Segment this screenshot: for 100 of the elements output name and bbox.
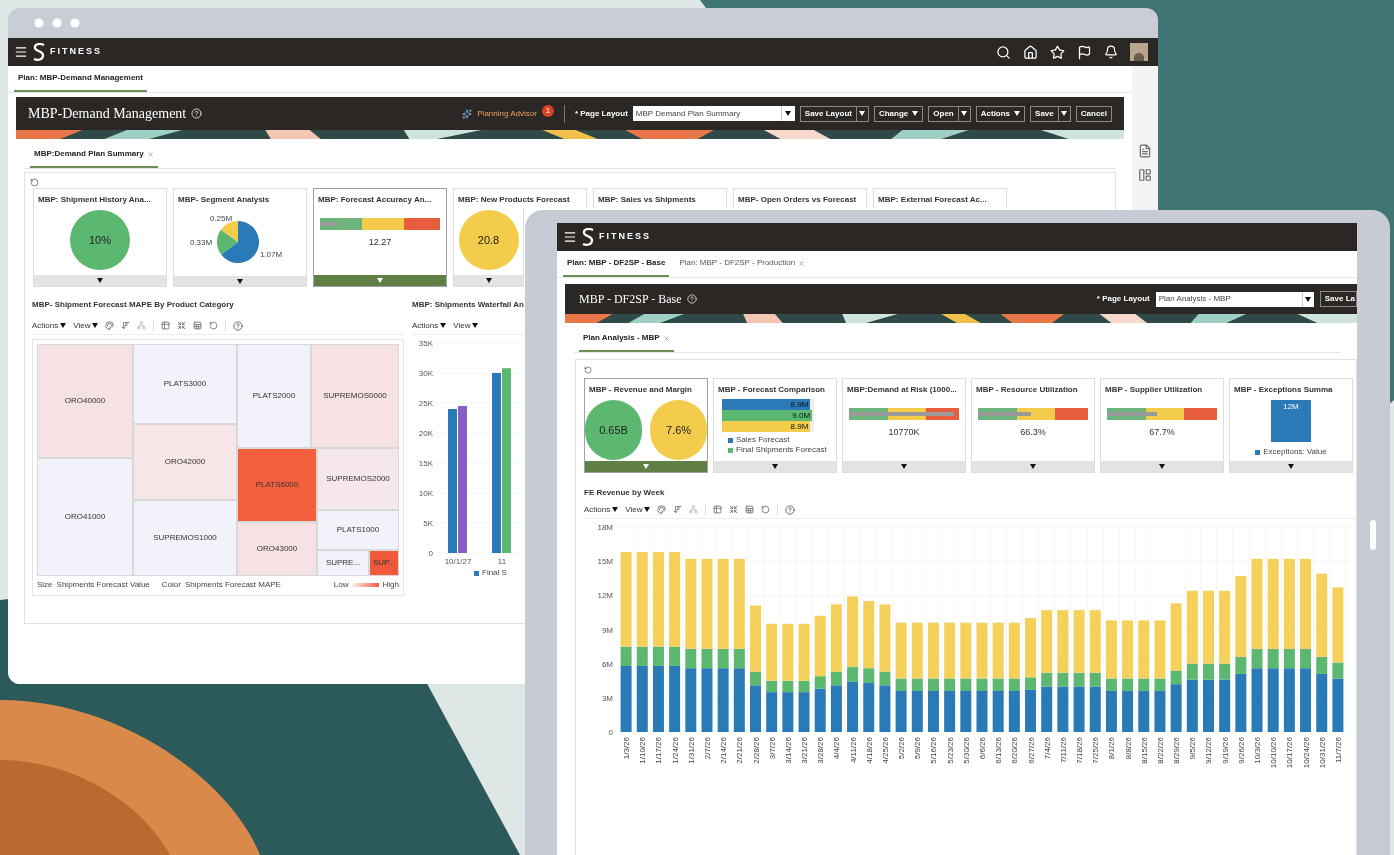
menu-button[interactable]: Change xyxy=(873,105,924,122)
axis-tick-label: 9M xyxy=(601,625,613,635)
treemap-cell[interactable]: PLATS1000 xyxy=(317,510,399,550)
treemap-cell[interactable]: SUPRE... xyxy=(317,550,369,576)
toolbar-menu-button[interactable]: View xyxy=(625,503,651,516)
tile-body[interactable]: 12.27 xyxy=(313,208,447,287)
axis-tick-label: 0 xyxy=(608,728,613,737)
tile-header[interactable]: MBP- Segment Analysis xyxy=(173,188,307,208)
tile-body[interactable]: 8.9M 9.0M 8.9M Sales Forecast Final Shipments Forecast xyxy=(713,398,837,473)
legend-label: Size xyxy=(37,579,53,591)
tile-header[interactable]: MBP - Resource Utilization xyxy=(971,378,1095,398)
treemap-cell[interactable]: ORO40000 xyxy=(37,344,133,458)
treemap-cell[interactable]: SUPREMOS2000 xyxy=(317,448,399,510)
brand-name: FITNESS xyxy=(50,45,102,59)
legend-label: Final S xyxy=(482,567,507,579)
axis-tick-label: 6/27/26 xyxy=(1026,737,1036,764)
tile-body[interactable]: 66.3% xyxy=(971,398,1095,473)
tile-header[interactable]: MBP: New Products Forecast xyxy=(453,188,587,208)
tile-header[interactable]: MBP: Forecast Accuracy An... xyxy=(313,188,447,208)
split-button[interactable]: Open xyxy=(928,105,971,122)
cancel-button[interactable]: Cancel xyxy=(1075,105,1112,122)
section-title: MBP- Shipment Forecast MAPE By Product Category xyxy=(32,299,235,311)
axis-tick-label: 8/29/26 xyxy=(1172,737,1182,764)
toolbar-menu-button[interactable]: Actions xyxy=(584,503,619,516)
toolbar-menu-button[interactable]: View xyxy=(453,319,479,332)
axis-tick-label: 4/4/26 xyxy=(832,737,842,760)
axis-tick-label: 25K xyxy=(418,399,433,408)
legend-label: Shipments Forecast Value xyxy=(56,579,150,591)
treemap-cell[interactable]: SUPREMOS0000 xyxy=(311,344,399,448)
tile-header[interactable]: MBP - Forecast Comparison xyxy=(713,378,837,398)
axis-tick-label: 1/24/26 xyxy=(670,737,680,764)
comparison-bar: 8.9M xyxy=(722,421,811,432)
tile-body[interactable]: 12M Exceptions: Value xyxy=(1229,398,1353,473)
section-title: MBP: Shipments Waterfall An xyxy=(412,299,524,311)
axis-tick-label: 15M xyxy=(597,557,613,567)
axis-tick-label: 7/25/26 xyxy=(1091,737,1101,764)
treemap-cell[interactable]: SUPREMOS1000 xyxy=(133,500,237,576)
meter-value: 10770K xyxy=(888,426,920,439)
split-button[interactable]: Save Layout xyxy=(799,105,869,122)
treemap-cell[interactable]: ORO41000 xyxy=(37,458,133,576)
menu-button[interactable]: Actions xyxy=(975,105,1026,122)
axis-tick-label: 10/31/26 xyxy=(1317,737,1327,769)
treemap-cell[interactable]: ORO43000 xyxy=(237,522,317,576)
plan-tab[interactable]: Plan: MBP - DF2SP - Production xyxy=(675,251,810,277)
planning-advisor-link[interactable]: Planning Advisor xyxy=(477,107,537,120)
axis-tick-label: 3/14/26 xyxy=(783,737,793,764)
tile-body[interactable]: 10% xyxy=(33,208,167,287)
tile-header[interactable]: MBP: Sales vs Shipments xyxy=(593,188,727,208)
plan-tab[interactable]: Plan: MBP - DF2SP - Base xyxy=(563,251,670,277)
toolbar-menu-button[interactable]: View xyxy=(73,319,99,332)
treemap-cell[interactable]: PLATS6000 xyxy=(237,448,317,522)
legend-label: Color xyxy=(161,579,181,591)
axis-tick-label: 5/30/26 xyxy=(961,737,971,764)
toolbar-menu-button[interactable]: Actions xyxy=(412,319,447,332)
tile-header[interactable]: MBP: Shipment History Ana... xyxy=(33,188,167,208)
axis-tick-label: 2/21/26 xyxy=(735,737,745,764)
axis-tick-label: 20K xyxy=(418,429,433,438)
plan-tab[interactable]: Plan: MBP-Demand Management xyxy=(14,66,147,92)
axis-tick-label: 2/14/26 xyxy=(719,737,729,764)
tile-body[interactable]: 10770K xyxy=(842,398,966,473)
tile-header[interactable]: MBP:Demand at Risk (1000... xyxy=(842,378,966,398)
toolbar-menu-button[interactable]: Actions xyxy=(32,319,67,332)
axis-tick-label: 11/7/26 xyxy=(1333,737,1343,764)
tile-header[interactable]: MBP - Exceptions Summa xyxy=(1229,378,1353,398)
brand-name: FITNESS xyxy=(599,230,651,244)
tile-body[interactable]: 0.25M 0.33M 1.07M xyxy=(173,208,307,287)
legend-label: Final Shipments Forecast xyxy=(736,445,827,455)
tile-header[interactable]: MBP - Revenue and Margin xyxy=(584,378,708,398)
tile-body[interactable]: 20.8 xyxy=(453,208,524,287)
axis-tick-label: 7/18/26 xyxy=(1075,737,1085,764)
column-bar: 12M xyxy=(1271,400,1311,442)
tile-header[interactable]: MBP- Open Orders vs Forecast xyxy=(733,188,867,208)
plan-tab[interactable]: Plan Analysis - MBP xyxy=(579,326,674,352)
axis-tick-label: 8/8/26 xyxy=(1123,737,1133,760)
tile-header[interactable]: MBP: External Forecast Ac... xyxy=(873,188,1007,208)
plan-tab[interactable]: MBP:Demand Plan Summary xyxy=(30,142,158,168)
treemap-cell[interactable]: PLATS2000 xyxy=(237,344,311,448)
page-layout-select[interactable]: Plan Analysis - MBP xyxy=(1155,291,1314,307)
tile-header[interactable]: MBP - Supplier Utilization xyxy=(1100,378,1224,398)
tile-body[interactable]: 0.65B 7.6% xyxy=(584,398,708,473)
legend-label: Exceptions: Value xyxy=(1263,446,1327,458)
split-button[interactable]: Save xyxy=(1030,105,1071,122)
axis-tick-label: 6M xyxy=(601,659,613,669)
meter-value: 67.7% xyxy=(1149,426,1175,439)
axis-tick-label: 7/11/26 xyxy=(1058,737,1068,764)
axis-tick-label: 2/28/26 xyxy=(751,737,761,764)
axis-tick-label: 3/28/26 xyxy=(816,737,826,764)
treemap-cell[interactable]: PLATS3000 xyxy=(133,344,237,424)
tile-body[interactable]: 67.7% xyxy=(1100,398,1224,473)
treemap-cell[interactable]: SUP... xyxy=(369,550,399,576)
axis-tick-label: 1/31/26 xyxy=(686,737,696,764)
data-label: 1.07M xyxy=(259,250,283,260)
page-title: MBP-Demand Management xyxy=(28,105,187,123)
axis-tick-label: 9/26/26 xyxy=(1236,737,1246,764)
page-layout-select[interactable]: MBP Demand Plan Summary xyxy=(632,106,795,121)
treemap-cell[interactable]: ORO42000 xyxy=(133,424,237,500)
axis-tick-label: 4/25/26 xyxy=(880,737,890,764)
axis-tick-label: 11 xyxy=(497,557,507,566)
save-layout-button[interactable]: Save La xyxy=(1319,291,1357,307)
axis-tick-label: 8/1/26 xyxy=(1107,737,1117,760)
